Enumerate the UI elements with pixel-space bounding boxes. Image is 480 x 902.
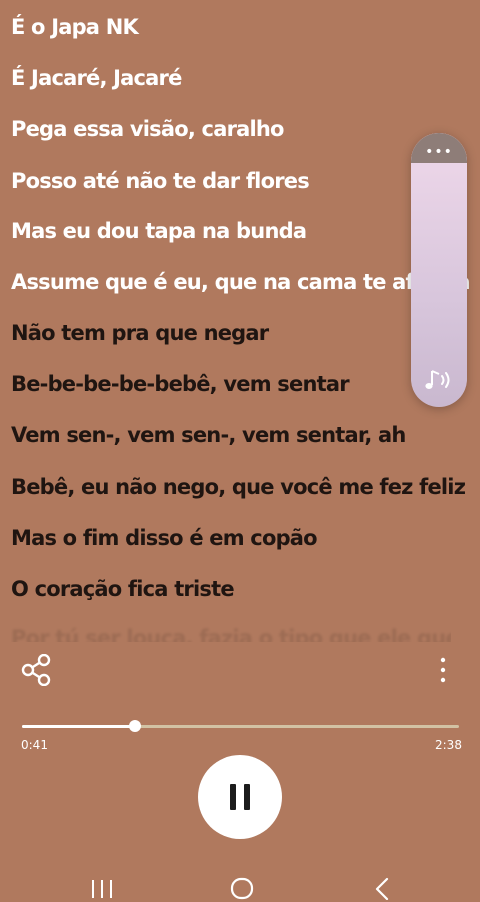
lyric-line[interactable]: Assume que é eu, que na cama te afunda: [11, 267, 471, 297]
progress-thumb[interactable]: [129, 720, 142, 732]
lyric-line[interactable]: O coração fica triste: [11, 574, 235, 604]
back-icon[interactable]: [362, 874, 402, 900]
lyric-line[interactable]: Mas eu dou tapa na bunda: [11, 216, 307, 246]
recent-apps-icon[interactable]: [82, 874, 122, 900]
lyric-line[interactable]: É o Japa NK: [11, 12, 139, 42]
progress-seekbar[interactable]: [22, 720, 459, 732]
progress-fill: [22, 725, 136, 728]
more-vertical-icon[interactable]: [434, 656, 452, 684]
lyric-line-faded: Por tú ser louca, fazia o tipo que ele q…: [11, 622, 451, 642]
lyric-line[interactable]: É Jacaré, Jacaré: [11, 63, 182, 93]
lyric-line[interactable]: Be-be-be-be-bebê, vem sentar: [11, 369, 350, 399]
more-horizontal-icon[interactable]: •••: [411, 145, 467, 159]
lyrics-container[interactable]: É o Japa NK É Jacaré, Jacaré Pega essa v…: [11, 0, 480, 650]
system-nav-bar: [0, 862, 480, 902]
home-icon[interactable]: [222, 874, 262, 900]
faded-lyric-text: Por tú ser louca, fazia o tipo que ele q…: [11, 626, 451, 642]
lyric-line[interactable]: Posso até não te dar flores: [11, 166, 310, 196]
elapsed-time: 0:41: [21, 738, 48, 752]
lyric-line[interactable]: Pega essa visão, caralho: [11, 114, 284, 144]
total-time: 2:38: [435, 738, 462, 752]
lyric-line[interactable]: Mas o fim disso é em copão: [11, 523, 318, 553]
volume-slider[interactable]: •••: [411, 133, 467, 407]
lyric-line[interactable]: Bebê, eu não nego, que você me fez feliz: [11, 472, 466, 502]
music-note-volume-icon[interactable]: [423, 365, 455, 395]
pause-button[interactable]: [198, 755, 282, 839]
lyric-line[interactable]: Vem sen-, vem sen-, vem sentar, ah: [11, 420, 406, 450]
lyric-line[interactable]: Não tem pra que negar: [11, 318, 269, 348]
share-icon[interactable]: [20, 654, 52, 686]
